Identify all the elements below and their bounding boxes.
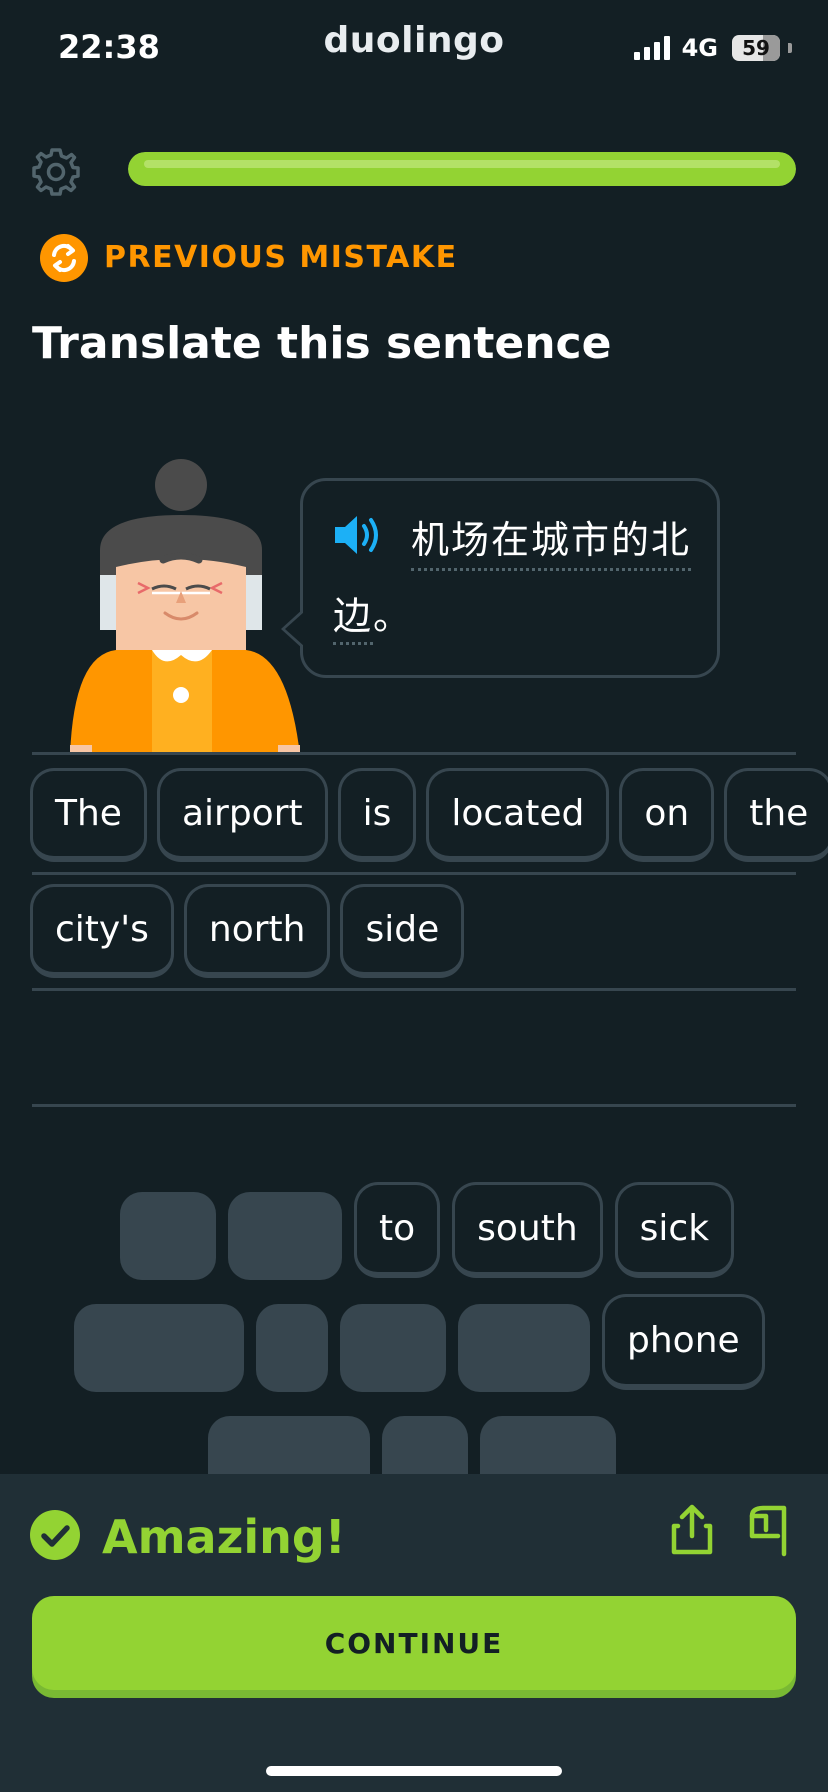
word-bank-chip[interactable]: to <box>354 1182 441 1278</box>
word-bank-empty-slot <box>256 1304 328 1392</box>
repeat-icon <box>40 234 88 282</box>
word-bank-row-2: phone <box>74 1294 765 1392</box>
continue-button[interactable]: CONTINUE <box>32 1596 796 1690</box>
character-illustration <box>60 455 310 755</box>
word-bank-empty-slot <box>74 1304 244 1392</box>
lesson-progress-bar <box>128 152 796 186</box>
answer-word-chip[interactable]: located <box>426 768 610 862</box>
page-title: Translate this sentence <box>32 318 612 369</box>
answer-word-chip[interactable]: the <box>724 768 828 862</box>
answer-word-chip[interactable]: The <box>30 768 147 862</box>
source-punctuation: 。 <box>373 594 414 638</box>
previous-mistake-label: PREVIOUS MISTAKE <box>104 240 458 275</box>
source-word[interactable]: 边 <box>333 594 374 645</box>
answer-word-chip[interactable]: is <box>337 768 417 862</box>
answer-word-chip[interactable]: north <box>183 884 331 978</box>
speaker-icon[interactable] <box>333 511 389 559</box>
answer-line-4 <box>32 1104 796 1107</box>
answer-word-chip[interactable]: city's <box>30 884 174 978</box>
answer-line-2 <box>32 872 796 875</box>
word-bank-empty-slot <box>120 1192 216 1280</box>
word-bank-empty-slot <box>228 1192 342 1280</box>
answer-row-2: city's north side <box>30 884 465 978</box>
check-circle-icon <box>30 1510 80 1560</box>
share-icon[interactable] <box>666 1502 718 1558</box>
word-bank-row-1: to south sick <box>120 1182 735 1280</box>
battery-cap <box>788 43 792 53</box>
flag-icon[interactable] <box>744 1502 796 1558</box>
answer-line-1 <box>32 752 796 755</box>
status-indicators: 4G 59 <box>633 34 792 62</box>
word-bank-chip[interactable]: sick <box>614 1182 735 1278</box>
answer-word-chip[interactable]: side <box>340 884 465 978</box>
source-sentence-line2: 边。 <box>333 585 414 645</box>
word-bank-empty-slot <box>340 1304 446 1392</box>
feedback-panel: Amazing! CONTINUE <box>0 1474 828 1792</box>
word-bank-empty-slot <box>458 1304 590 1392</box>
signal-icon <box>633 36 670 60</box>
feedback-title: Amazing! <box>102 1510 346 1564</box>
speech-bubble: 机场在城市的北 边。 <box>281 478 720 678</box>
home-indicator <box>266 1766 562 1776</box>
network-label: 4G <box>681 34 718 62</box>
word-bank-chip[interactable]: south <box>452 1182 603 1278</box>
answer-line-3 <box>32 988 796 991</box>
word-bank-chip[interactable]: phone <box>602 1294 765 1390</box>
answer-row-1: The airport is located on the <box>30 768 828 862</box>
gear-icon[interactable] <box>30 146 82 198</box>
battery-icon: 59 <box>732 35 780 61</box>
speech-bubble-tail <box>281 609 304 649</box>
source-sentence-line1[interactable]: 机场在城市的北 <box>411 509 692 571</box>
answer-word-chip[interactable]: airport <box>156 768 328 862</box>
answer-word-chip[interactable]: on <box>619 768 715 862</box>
progress-fill <box>128 152 796 186</box>
battery-level: 59 <box>742 36 770 60</box>
